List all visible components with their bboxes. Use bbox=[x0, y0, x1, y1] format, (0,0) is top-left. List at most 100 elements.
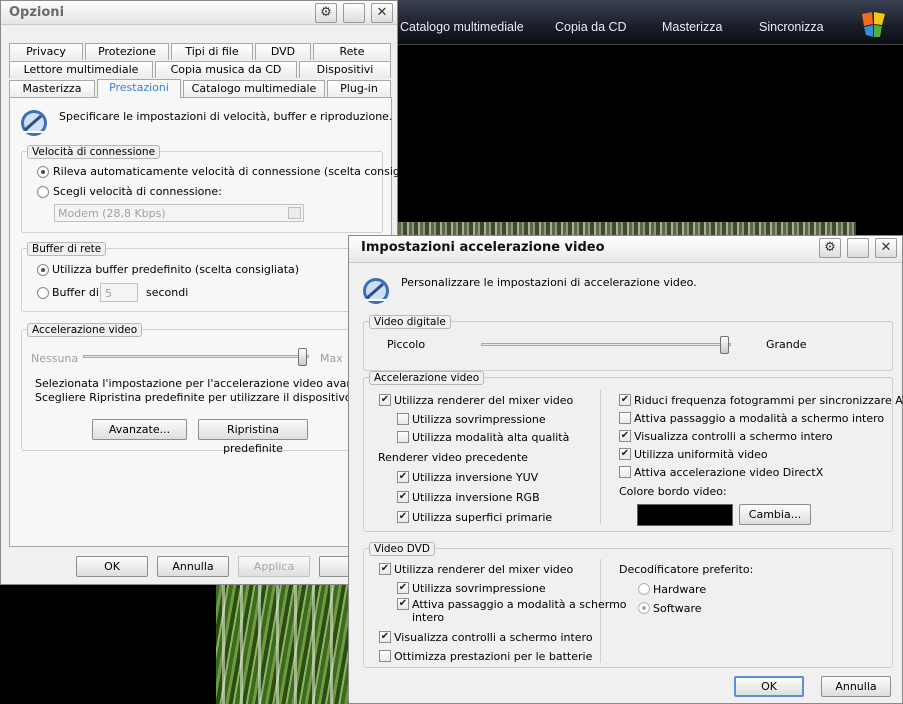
nav-tab-burn[interactable]: Masterizza bbox=[662, 20, 722, 34]
primary-surfaces-checkbox[interactable]: ✔ bbox=[397, 511, 409, 523]
tab-library[interactable]: Catalogo multimediale bbox=[183, 80, 325, 97]
video-size-slider-thumb[interactable] bbox=[720, 336, 729, 354]
dvd-mixer-checkbox[interactable]: ✔ bbox=[379, 563, 391, 575]
tab-file-types[interactable]: Tipi di file bbox=[171, 43, 253, 60]
seconds-label: secondi bbox=[146, 286, 189, 299]
gear-icon[interactable]: ⚙ bbox=[819, 238, 841, 258]
close-icon[interactable]: ✕ bbox=[371, 3, 393, 23]
tab-network[interactable]: Rete bbox=[313, 43, 391, 60]
hq-mode-label: Utilizza modalità alta qualità bbox=[412, 431, 570, 444]
video-size-slider[interactable] bbox=[481, 343, 731, 346]
accel-description: Personalizzare le impostazioni di accele… bbox=[401, 276, 697, 289]
minimize-button[interactable] bbox=[847, 238, 869, 258]
acceleration-text-2: Scegliere Ripristina predefinite per uti… bbox=[35, 391, 366, 404]
choose-speed-label: Scegli velocità di connessione: bbox=[53, 185, 222, 198]
battery-label: Ottimizza prestazioni per le batterie bbox=[394, 650, 593, 663]
tab-player[interactable]: Lettore multimediale bbox=[9, 61, 153, 78]
acceleration-max-label: Max bbox=[320, 352, 343, 365]
nav-tab-sync[interactable]: Sincronizza bbox=[759, 20, 824, 34]
acceleration-icon bbox=[363, 278, 389, 304]
connection-speed-title: Velocità di connessione bbox=[27, 145, 161, 159]
tab-burn[interactable]: Masterizza bbox=[9, 80, 95, 97]
options-apply-button[interactable]: Applica bbox=[238, 556, 310, 577]
options-ok-button[interactable]: OK bbox=[76, 556, 148, 577]
reduce-fps-checkbox[interactable]: ✔ bbox=[619, 394, 631, 406]
dvd-overlay-checkbox[interactable]: ✔ bbox=[397, 582, 409, 594]
rgb-checkbox[interactable]: ✔ bbox=[397, 491, 409, 503]
nav-tab-library[interactable]: Catalogo multimediale bbox=[400, 20, 524, 34]
auto-detect-label: Rileva automaticamente velocità di conne… bbox=[53, 165, 429, 178]
dropdown-icon bbox=[288, 207, 301, 219]
rgb-label: Utilizza inversione RGB bbox=[412, 491, 540, 504]
dvd-fullscreen-controls-checkbox[interactable]: ✔ bbox=[379, 631, 391, 643]
nav-tab-rip[interactable]: Copia da CD bbox=[555, 20, 627, 34]
choose-speed-radio[interactable] bbox=[37, 186, 49, 198]
restore-defaults-button[interactable]: Ripristina predefinite bbox=[198, 419, 308, 455]
video-acceleration-title: Accelerazione video bbox=[27, 323, 143, 337]
tab-protection[interactable]: Protezione bbox=[85, 43, 169, 60]
video-acceleration-dialog: Impostazioni accelerazione video ⚙ ✕ Per… bbox=[348, 235, 903, 704]
uniformity-label: Utilizza uniformità video bbox=[634, 448, 768, 461]
tab-privacy[interactable]: Privacy bbox=[9, 43, 83, 60]
acceleration-text-1: Selezionata l'impostazione per l'acceler… bbox=[35, 377, 381, 390]
dvd-fullscreen-switch-label-1: Attiva passaggio a modalità a schermo bbox=[412, 598, 627, 611]
overlay-label: Utilizza sovrimpressione bbox=[412, 413, 546, 426]
network-buffer-title: Buffer di rete bbox=[27, 242, 107, 256]
options-title: Opzioni bbox=[9, 5, 65, 20]
tab-dvd[interactable]: DVD bbox=[255, 43, 311, 60]
dvd-column-divider bbox=[600, 559, 601, 663]
advanced-button[interactable]: Avanzate... bbox=[92, 419, 187, 440]
custom-buffer-label: Buffer di bbox=[52, 286, 99, 299]
windows-media-logo-icon bbox=[862, 12, 885, 37]
reduce-fps-label: Riduci frequenza fotogrammi per sincroni… bbox=[634, 394, 903, 407]
default-buffer-radio[interactable] bbox=[37, 264, 49, 276]
options-window: Opzioni ⚙ ✕ Privacy Protezione Tipi di f… bbox=[0, 0, 428, 585]
fullscreen-switch-checkbox[interactable] bbox=[619, 412, 631, 424]
options-cancel-button[interactable]: Annulla bbox=[157, 556, 229, 577]
video-frame-grass bbox=[216, 585, 348, 704]
buffer-seconds-value: 5 bbox=[105, 287, 112, 300]
tab-performance[interactable]: Prestazioni bbox=[97, 79, 181, 98]
border-color-swatch bbox=[637, 504, 733, 526]
yuv-checkbox[interactable]: ✔ bbox=[397, 471, 409, 483]
accel-cancel-button[interactable]: Annulla bbox=[821, 676, 891, 697]
change-color-button[interactable]: Cambia... bbox=[739, 504, 811, 525]
acceleration-slider-thumb[interactable] bbox=[298, 348, 307, 366]
custom-buffer-radio[interactable] bbox=[37, 287, 49, 299]
mixer-checkbox[interactable]: ✔ bbox=[379, 394, 391, 406]
tab-rip-music[interactable]: Copia musica da CD bbox=[155, 61, 297, 78]
accel-titlebar: Impostazioni accelerazione video ⚙ ✕ bbox=[349, 236, 902, 263]
hq-mode-checkbox[interactable] bbox=[397, 431, 409, 443]
hardware-radio[interactable] bbox=[638, 583, 650, 595]
acceleration-slider[interactable] bbox=[83, 355, 309, 358]
auto-detect-radio[interactable] bbox=[37, 166, 49, 178]
tab-plugins[interactable]: Plug-in bbox=[327, 80, 391, 97]
buffer-seconds-input[interactable]: 5 bbox=[100, 283, 138, 302]
close-icon[interactable]: ✕ bbox=[875, 238, 897, 258]
fullscreen-controls-label: Visualizza controlli a schermo intero bbox=[634, 430, 833, 443]
size-large-label: Grande bbox=[766, 338, 807, 351]
fullscreen-switch-label: Attiva passaggio a modalità a schermo in… bbox=[634, 412, 885, 425]
tab-devices[interactable]: Dispositivi bbox=[299, 61, 391, 78]
gear-icon[interactable]: ⚙ bbox=[315, 3, 337, 23]
dvd-fullscreen-controls-label: Visualizza controlli a schermo intero bbox=[394, 631, 593, 644]
yuv-label: Utilizza inversione YUV bbox=[412, 471, 539, 484]
accel-dialog-title: Impostazioni accelerazione video bbox=[361, 240, 605, 255]
speed-select[interactable]: Modem (28,8 Kbps) bbox=[54, 204, 304, 222]
dvd-video-title: Video DVD bbox=[369, 542, 435, 556]
minimize-button[interactable] bbox=[343, 3, 365, 23]
accel-ok-button[interactable]: OK bbox=[734, 676, 804, 697]
hardware-label: Hardware bbox=[653, 583, 707, 596]
digital-video-title: Video digitale bbox=[369, 315, 451, 329]
performance-icon bbox=[21, 110, 47, 136]
column-divider bbox=[600, 390, 601, 524]
battery-checkbox[interactable] bbox=[379, 650, 391, 662]
uniformity-checkbox[interactable]: ✔ bbox=[619, 448, 631, 460]
fullscreen-controls-checkbox[interactable]: ✔ bbox=[619, 430, 631, 442]
dvd-fullscreen-switch-checkbox[interactable]: ✔ bbox=[397, 598, 409, 610]
network-buffer-group: Buffer di rete bbox=[21, 242, 383, 312]
directx-checkbox[interactable] bbox=[619, 466, 631, 478]
default-buffer-label: Utilizza buffer predefinito (scelta cons… bbox=[52, 263, 300, 276]
software-radio[interactable] bbox=[638, 602, 650, 614]
overlay-checkbox[interactable] bbox=[397, 413, 409, 425]
